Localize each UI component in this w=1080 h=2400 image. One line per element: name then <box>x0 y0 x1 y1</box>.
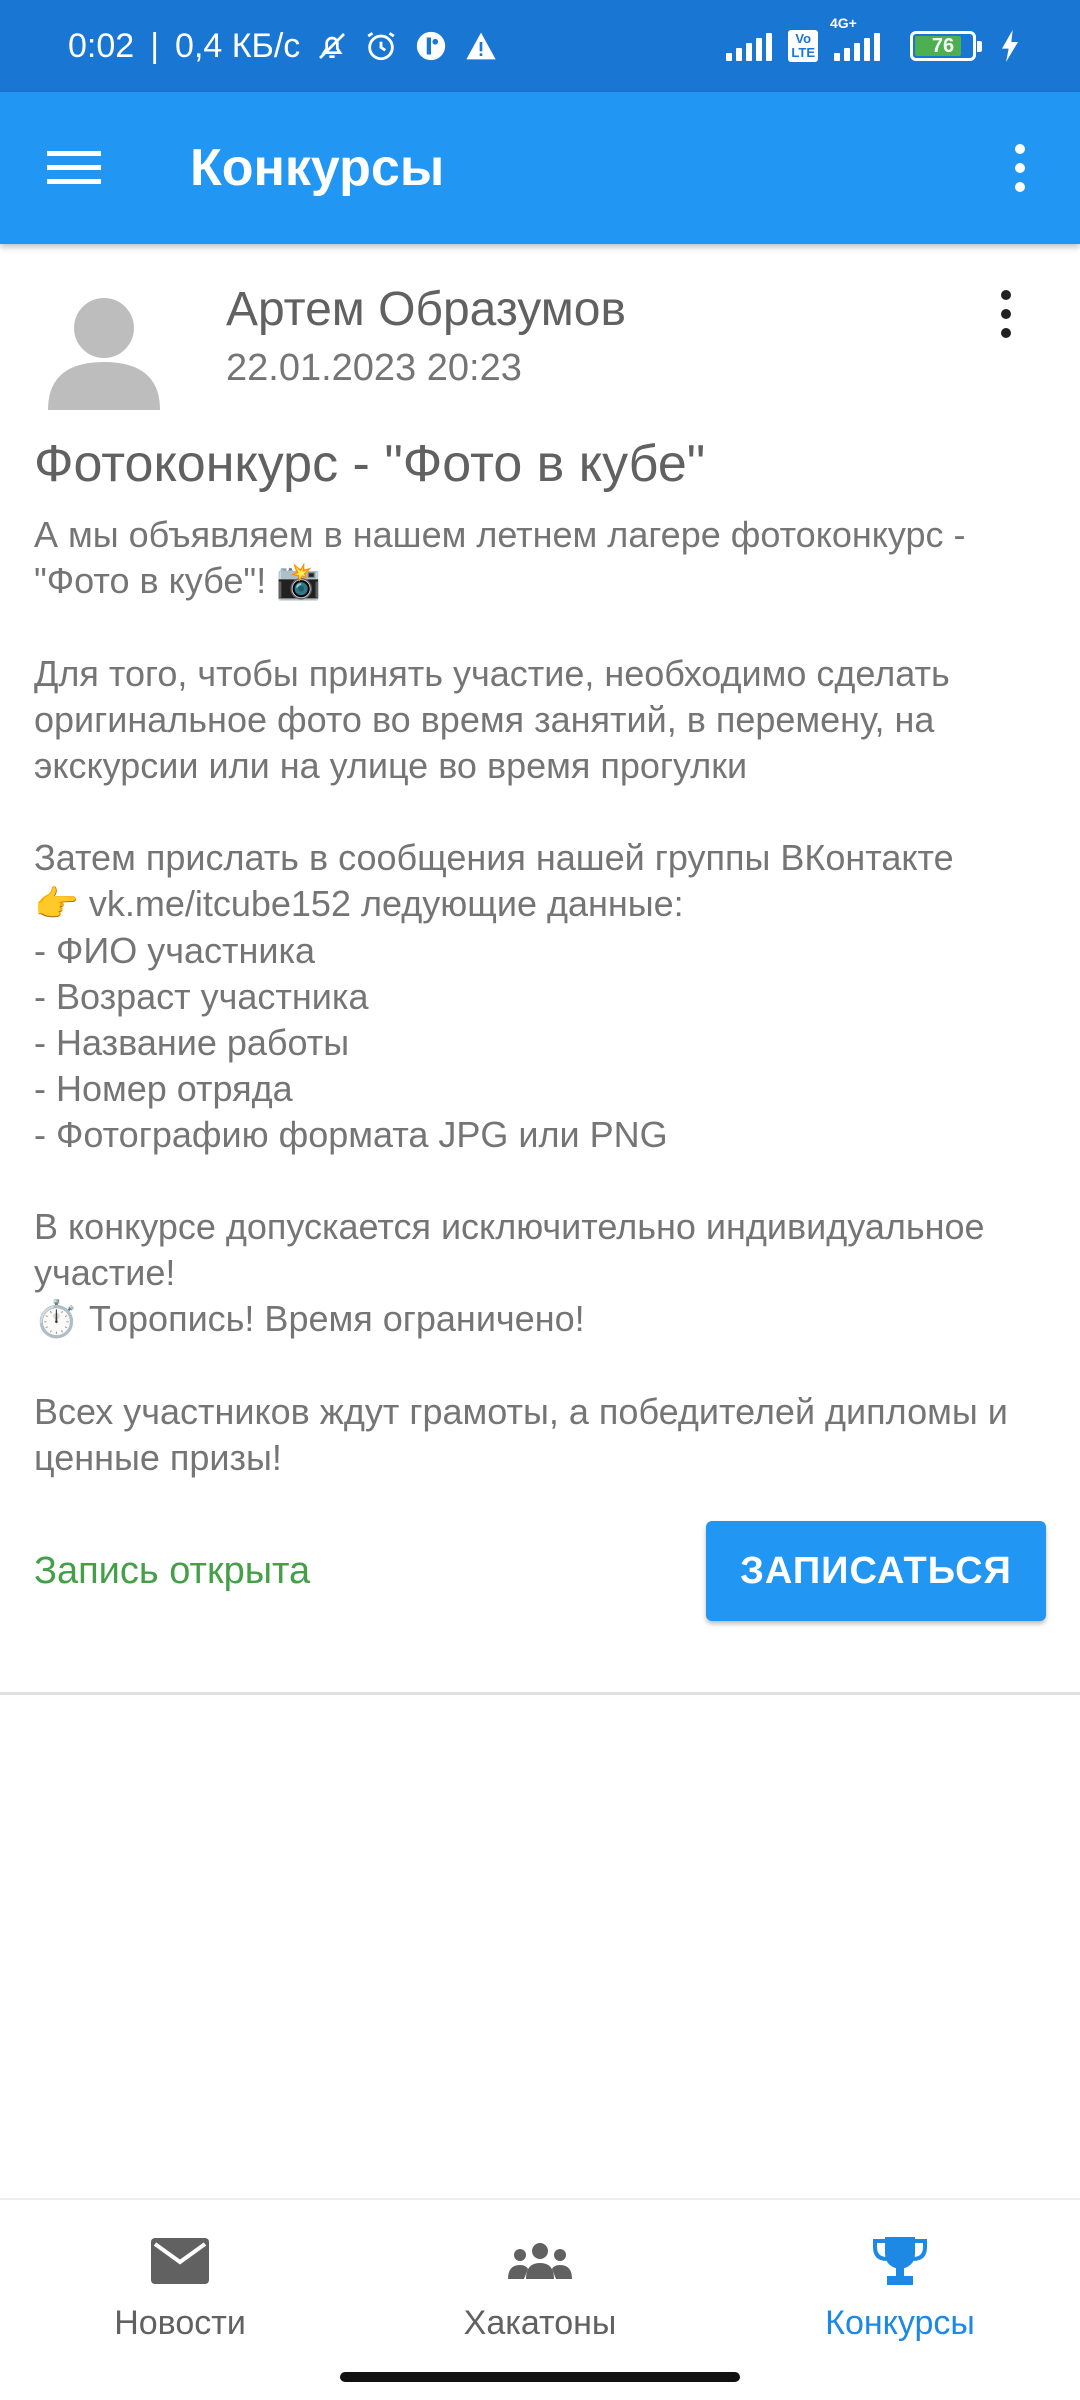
status-bar: 0:02 | 0,4 КБ/с Vo LTE 4G+ 76 <box>0 0 1080 92</box>
status-right: Vo LTE 4G+ 76 <box>726 15 1020 62</box>
stopwatch-emoji-icon: ⏱️ <box>34 1299 79 1340</box>
post-footer: Запись открыта ЗАПИСАТЬСЯ <box>34 1521 1046 1621</box>
nav-label: Конкурсы <box>825 2304 975 2342</box>
bottom-navigation: Новости Хакатоны Конкурсы <box>0 2198 1080 2400</box>
app-bar: Конкурсы <box>0 92 1080 244</box>
bell-off-icon <box>316 29 348 63</box>
more-vert-icon <box>1015 144 1025 192</box>
status-left: 0:02 | 0,4 КБ/с <box>68 27 498 66</box>
vpn-icon <box>414 29 448 63</box>
author-block: Артем Образумов 22.01.2023 20:23 <box>226 282 626 390</box>
signup-status: Запись открыта <box>34 1549 311 1592</box>
author-name: Артем Образумов <box>226 283 626 336</box>
nav-item-news[interactable]: Новости <box>0 2200 360 2400</box>
more-vert-icon <box>1001 290 1011 350</box>
vk-link[interactable]: vk.me/itcube152 ледующие данные: <box>79 883 684 924</box>
page-title: Конкурсы <box>190 139 445 197</box>
nav-label: Хакатоны <box>463 2304 617 2342</box>
signup-button[interactable]: ЗАПИСАТЬСЯ <box>706 1521 1046 1621</box>
overflow-menu-button[interactable] <box>960 92 1080 244</box>
signal-4g-group: 4G+ <box>830 15 880 61</box>
list-item: - Возраст участника <box>34 976 369 1017</box>
network-type-label: 4G+ <box>830 15 857 31</box>
status-separator: | <box>150 26 160 65</box>
menu-icon <box>47 151 101 184</box>
pointing-hand-emoji-icon: 👉 <box>34 884 79 925</box>
nav-item-contests[interactable]: Конкурсы <box>720 2200 1080 2400</box>
groups-icon <box>506 2230 574 2292</box>
alarm-icon <box>364 29 398 63</box>
trophy-icon <box>873 2230 927 2292</box>
status-net-speed: 0,4 КБ/с <box>175 26 301 65</box>
mail-icon <box>151 2230 209 2292</box>
post-body: А мы объявляем в нашем летнем лагере фот… <box>34 512 1054 1481</box>
battery-level: 76 <box>931 34 955 57</box>
status-time: 0:02 <box>68 26 135 65</box>
menu-button[interactable] <box>0 92 152 244</box>
camera-emoji-icon: 📸 <box>276 561 322 602</box>
divider <box>0 1692 1080 1695</box>
volte-icon: Vo LTE <box>788 30 818 62</box>
warning-icon <box>464 30 498 62</box>
post-paragraph-4-line-2: Торопись! Время ограничено! <box>78 1298 585 1339</box>
post-paragraph-4: В конкурсе допускается исключительно инд… <box>34 1206 995 1293</box>
post-paragraph-5: Всех участников ждут грамоты, а победите… <box>34 1391 1018 1478</box>
post-menu-button[interactable] <box>986 290 1026 350</box>
list-item: - Название работы <box>34 1022 350 1063</box>
list-item: - ФИО участника <box>34 930 316 971</box>
volte-line1: Vo <box>795 31 812 46</box>
charging-icon <box>1000 30 1020 62</box>
post-paragraph-3: Затем прислать в сообщения нашей группы … <box>34 837 954 878</box>
signal-icon <box>726 31 773 61</box>
post-date: 22.01.2023 20:23 <box>226 347 522 389</box>
post-header: Артем Образумов 22.01.2023 20:23 <box>34 262 1046 422</box>
home-indicator[interactable] <box>340 2372 740 2382</box>
post-paragraph-2: Для того, чтобы принять участие, необход… <box>34 653 960 786</box>
signal-icon <box>834 31 880 61</box>
post-paragraph-1: А мы объявляем в нашем летнем лагере фот… <box>34 514 976 601</box>
list-item: - Номер отряда <box>34 1068 293 1109</box>
nav-item-hackathons[interactable]: Хакатоны <box>360 2200 720 2400</box>
avatar <box>48 298 160 410</box>
nav-label: Новости <box>114 2304 246 2342</box>
volte-line2: LTE <box>791 45 815 60</box>
contest-post: Артем Образумов 22.01.2023 20:23 Фотокон… <box>0 262 1080 1621</box>
battery-icon: 76 <box>910 31 982 61</box>
post-title: Фотоконкурс - "Фото в кубе" <box>34 435 706 493</box>
list-item: - Фотографию формата JPG или PNG <box>34 1114 668 1155</box>
